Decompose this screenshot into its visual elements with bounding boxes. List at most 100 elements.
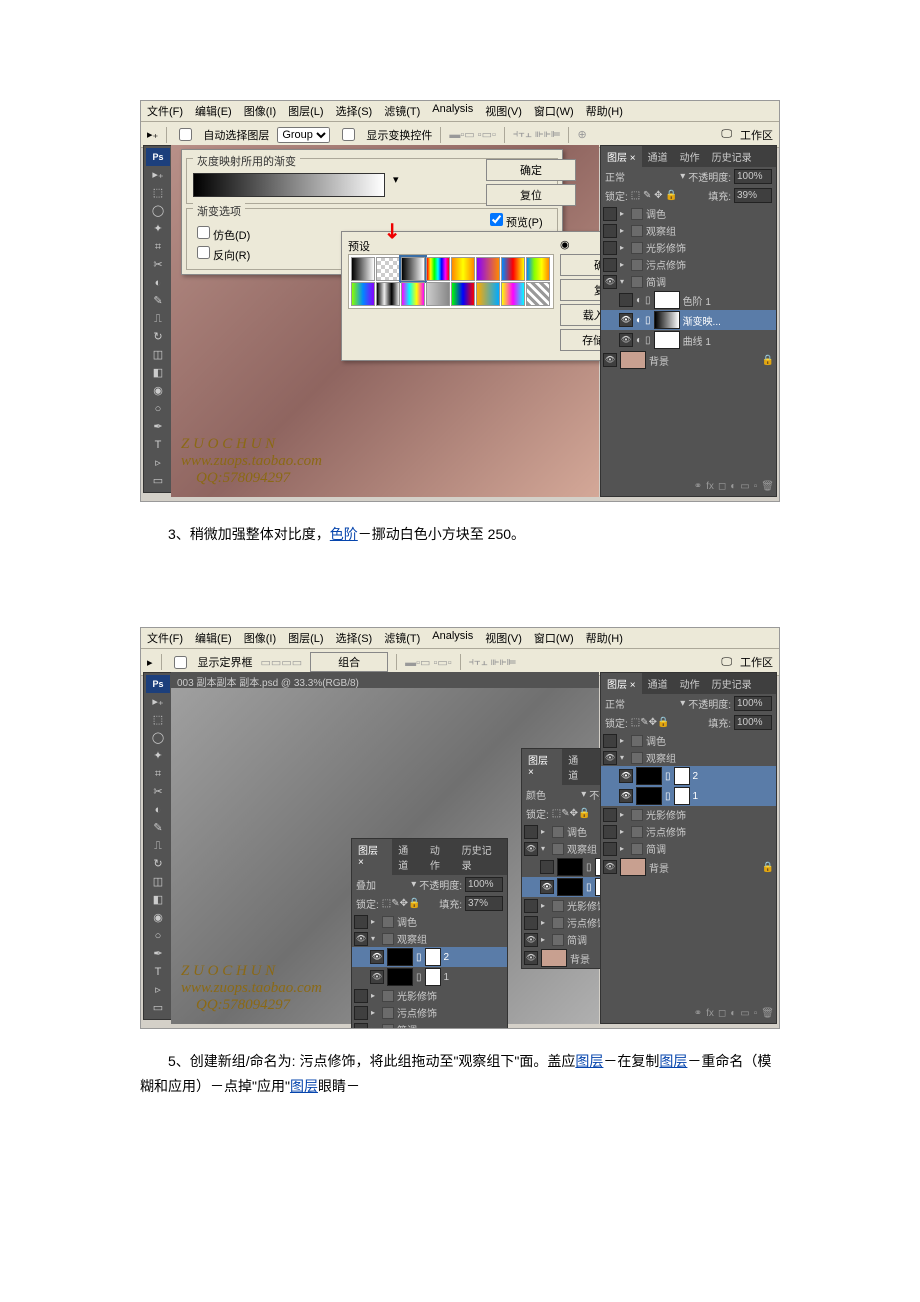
menu-analysis[interactable]: Analysis <box>432 630 473 646</box>
gradient-tool[interactable]: ◧ <box>146 892 170 909</box>
menu-file[interactable]: 文件(F) <box>147 103 183 119</box>
tab-actions[interactable]: 动作 <box>674 146 706 167</box>
opacity-input[interactable] <box>465 877 503 892</box>
lasso-tool[interactable]: ◯ <box>146 203 170 220</box>
lasso-tool[interactable]: ◯ <box>146 730 170 747</box>
mask-icon[interactable]: ◻ <box>718 481 726 492</box>
menu-edit[interactable]: 编辑(E) <box>195 103 232 119</box>
preset-swatch[interactable] <box>426 282 450 306</box>
layer-row[interactable]: ▸污点修饰 <box>601 823 776 840</box>
ok-button-1[interactable]: 确定 <box>486 159 576 181</box>
layer-row[interactable]: 👁◐▯曲线 1 <box>601 330 776 350</box>
dither-checkbox[interactable] <box>197 226 210 239</box>
tab-channels[interactable]: 通道 <box>392 839 424 875</box>
gradient-tool[interactable]: ◧ <box>146 365 170 382</box>
layer-row[interactable]: ◐▯色阶 1 <box>601 290 776 310</box>
tab-layers[interactable]: 图层 × <box>601 673 642 694</box>
layer-row[interactable]: ▸观察组 <box>601 222 776 239</box>
trash-icon[interactable]: 🗑 <box>761 1008 774 1019</box>
reset-button-1[interactable]: 复位 <box>486 184 576 206</box>
wand-tool[interactable]: ✦ <box>146 748 170 765</box>
move-tool[interactable]: ▸₊ <box>146 694 170 711</box>
preset-menu-icon[interactable]: ◉ <box>560 239 570 251</box>
stamp-tool[interactable]: ⎍ <box>146 838 170 855</box>
eraser-tool[interactable]: ◫ <box>146 347 170 364</box>
path-tool[interactable]: ▹ <box>146 982 170 999</box>
layer-row[interactable]: ▸污点修饰 <box>601 256 776 273</box>
adjust-icon[interactable]: ◐ <box>730 1008 736 1019</box>
layer-row[interactable]: 👁▾观察组 <box>352 930 507 947</box>
link-levels[interactable]: 色阶 <box>330 526 358 542</box>
tab-history[interactable]: 历史记录 <box>706 146 758 167</box>
screen-mode-icon[interactable]: 🖵 <box>721 128 732 141</box>
slice-tool[interactable]: ✂ <box>146 257 170 274</box>
pen-tool[interactable]: ✒ <box>146 419 170 436</box>
menu-layer[interactable]: 图层(L) <box>288 630 323 646</box>
preset-swatch[interactable] <box>451 282 475 306</box>
tab-layers[interactable]: 图层 × <box>601 146 642 167</box>
history-brush-tool[interactable]: ↻ <box>146 329 170 346</box>
menu-help[interactable]: 帮助(H) <box>586 630 623 646</box>
blend-mode[interactable]: 正常 <box>605 696 625 711</box>
link-layer-2[interactable]: 图层 <box>659 1053 687 1069</box>
layer-row[interactable]: ▸污点修饰 <box>352 1004 507 1021</box>
menu-file[interactable]: 文件(F) <box>147 630 183 646</box>
crop-tool[interactable]: ⌗ <box>146 239 170 256</box>
layer-row-selected[interactable]: 👁◐▯渐变映... <box>601 310 776 330</box>
combine-button[interactable]: 组合 <box>310 652 388 672</box>
gradient-bar[interactable] <box>193 173 385 197</box>
tab-layers[interactable]: 图层 × <box>522 749 562 785</box>
link-icon[interactable]: ⚭ <box>694 1008 702 1019</box>
fx-icon[interactable]: fx <box>706 1008 714 1019</box>
workspace-button[interactable]: 工作区 <box>740 654 773 670</box>
slice-tool[interactable]: ✂ <box>146 784 170 801</box>
preset-swatch[interactable] <box>451 257 475 281</box>
shape-tool[interactable]: ▭ <box>146 1000 170 1017</box>
workspace-button[interactable]: 工作区 <box>740 127 773 143</box>
layer-row-selected[interactable]: 👁▯1 <box>601 786 776 806</box>
blend-mode[interactable]: 颜色 <box>526 787 546 802</box>
layer-row[interactable]: ▸光影修饰 <box>601 239 776 256</box>
history-brush-tool[interactable]: ↻ <box>146 856 170 873</box>
menu-filter[interactable]: 滤镜(T) <box>384 103 420 119</box>
opacity-input[interactable] <box>734 696 772 711</box>
screen-mode-icon[interactable]: 🖵 <box>721 656 732 669</box>
fx-icon[interactable]: fx <box>706 481 714 492</box>
mask-icon[interactable]: ◻ <box>718 1008 726 1019</box>
preset-swatch[interactable] <box>376 282 400 306</box>
stamp-tool[interactable]: ⎍ <box>146 311 170 328</box>
new-icon[interactable]: ▫ <box>754 481 758 492</box>
tab-channels[interactable]: 通道 <box>642 673 674 694</box>
blur-tool[interactable]: ◉ <box>146 383 170 400</box>
menu-window[interactable]: 窗口(W) <box>534 630 574 646</box>
preset-swatch[interactable] <box>526 282 550 306</box>
tab-actions[interactable]: 动作 <box>674 673 706 694</box>
menu-image[interactable]: 图像(I) <box>244 630 276 646</box>
preset-swatch[interactable] <box>501 257 525 281</box>
wand-tool[interactable]: ✦ <box>146 221 170 238</box>
tab-channels[interactable]: 通道 <box>562 749 594 785</box>
preset-swatch[interactable] <box>376 257 400 281</box>
layer-row[interactable]: ▸调色 <box>352 913 507 930</box>
layer-row[interactable]: 👁背景🔒 <box>601 857 776 877</box>
menu-select[interactable]: 选择(S) <box>336 630 373 646</box>
preset-swatch[interactable] <box>476 257 500 281</box>
group-icon[interactable]: ▭ <box>740 1008 749 1019</box>
layer-row-selected[interactable]: 👁▯2 <box>352 947 507 967</box>
menu-view[interactable]: 视图(V) <box>485 103 522 119</box>
reverse-checkbox[interactable] <box>197 246 210 259</box>
dodge-tool[interactable]: ○ <box>146 928 170 945</box>
fill-input[interactable] <box>734 715 772 730</box>
tab-layers[interactable]: 图层 × <box>352 839 392 875</box>
path-tool[interactable]: ▹ <box>146 455 170 472</box>
heal-tool[interactable]: ◐ <box>146 802 170 819</box>
menu-image[interactable]: 图像(I) <box>244 103 276 119</box>
show-bound-checkbox[interactable] <box>174 656 187 669</box>
preset-swatch[interactable] <box>476 282 500 306</box>
link-layer-3[interactable]: 图层 <box>290 1078 318 1094</box>
layer-row-selected[interactable]: 👁▯2 <box>601 766 776 786</box>
layer-row[interactable]: ▸简调 <box>601 840 776 857</box>
preset-swatch[interactable] <box>426 257 450 281</box>
blend-mode[interactable]: 正常 <box>605 169 625 184</box>
heal-tool[interactable]: ◐ <box>146 275 170 292</box>
